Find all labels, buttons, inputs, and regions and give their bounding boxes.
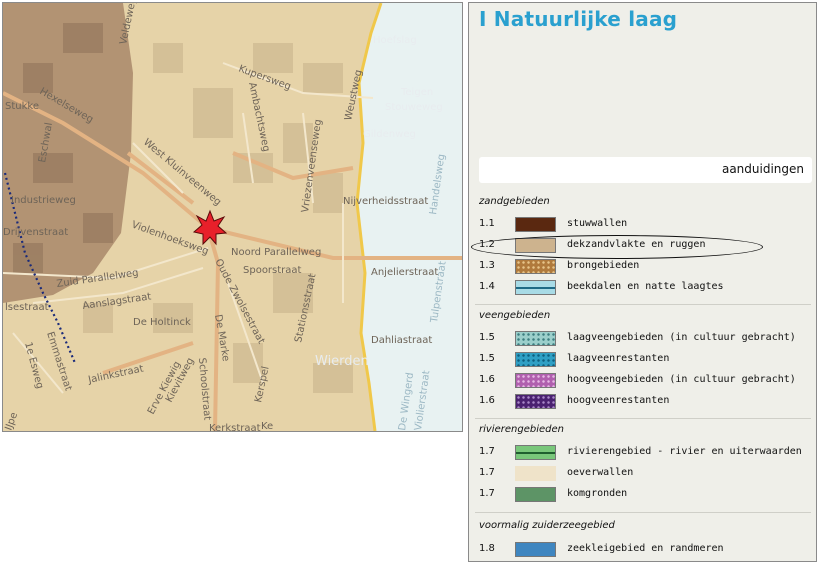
- divider: [475, 304, 811, 305]
- street-label: Hoefslag: [373, 35, 417, 46]
- highlight-ellipse: [471, 235, 763, 259]
- street-label: Dahliastraat: [371, 335, 432, 346]
- map-canvas: Veldeweg Hoefslag Kupersweg Ambachtsweg …: [3, 3, 462, 431]
- legend-number: 1.1: [479, 218, 495, 229]
- street-label: Stouweweg: [385, 102, 443, 113]
- legend-label: brongebieden: [567, 260, 640, 271]
- street-label: lsestraat: [5, 302, 49, 313]
- legend-number: 1.6: [479, 374, 495, 385]
- legend-item[interactable]: 1.6 hoogveengebieden (in cultuur gebrach…: [479, 373, 809, 389]
- aanduidingen-label: aanduidingen: [721, 162, 804, 176]
- street-label: Teigen: [400, 87, 433, 98]
- street-label: Spoorstraat: [243, 265, 302, 276]
- legend-item[interactable]: 1.8 zeekleigebied en randmeren: [479, 542, 809, 558]
- street-label: Noord Parallelweg: [231, 247, 321, 258]
- legend-item[interactable]: 1.4 beekdalen en natte laagtes: [479, 280, 809, 296]
- legend-item[interactable]: 1.7 komgronden: [479, 487, 809, 503]
- legend-item[interactable]: 1.5 laagveenrestanten: [479, 352, 809, 368]
- legend-number: 1.4: [479, 281, 495, 292]
- legend-number: 1.8: [479, 543, 495, 554]
- legend-label: hoogveenrestanten: [567, 395, 670, 406]
- street-label: De Holtinck: [133, 317, 191, 328]
- street-label: Drijvenstraat: [3, 227, 68, 238]
- legend-label: beekdalen en natte laagtes: [567, 281, 724, 292]
- category-heading: voormalig zuiderzeegebied: [479, 520, 615, 531]
- legend-label: laagveengebieden (in cultuur gebracht): [567, 332, 796, 343]
- category-heading: zandgebieden: [479, 196, 550, 207]
- legend-label: oeverwallen: [567, 467, 634, 478]
- zeeklei-swatch: [515, 542, 556, 557]
- legend-number: 1.7: [479, 446, 495, 457]
- rivierengebied-swatch: [515, 445, 556, 460]
- legend-item[interactable]: 1.1 stuwwallen: [479, 217, 809, 233]
- street-label: Industrieweg: [11, 195, 76, 206]
- legend-item[interactable]: 1.7 rivierengebied - rivier en uiterwaar…: [479, 445, 809, 461]
- category-heading: veengebieden: [479, 310, 551, 321]
- street-label: Anjelierstraat: [371, 267, 438, 278]
- water-area: [357, 3, 462, 431]
- legend-label: komgronden: [567, 488, 628, 499]
- laagveenrestanten-swatch: [515, 352, 556, 367]
- oeverwallen-swatch: [515, 466, 556, 481]
- divider: [475, 512, 811, 513]
- legend-item[interactable]: 1.3 brongebieden: [479, 259, 809, 275]
- aanduidingen-bar[interactable]: aanduidingen: [479, 157, 812, 183]
- hoogveenrestanten-swatch: [515, 394, 556, 409]
- legend-item[interactable]: 1.5 laagveengebieden (in cultuur gebrach…: [479, 331, 809, 347]
- legend-number: 1.5: [479, 332, 495, 343]
- stuwwallen-swatch: [515, 217, 556, 232]
- street-label: Gildenweg: [363, 129, 416, 140]
- legend-label: laagveenrestanten: [567, 353, 670, 364]
- legend-number: 1.5: [479, 353, 495, 364]
- legend-number: 1.7: [479, 467, 495, 478]
- legend-label: hoogveengebieden (in cultuur gebracht): [567, 374, 796, 385]
- legend-label: zeekleigebied en randmeren: [567, 543, 724, 554]
- legend-label: rivierengebied - rivier en uiterwaarden: [567, 446, 802, 457]
- legend-item[interactable]: 1.6 hoogveenrestanten: [479, 394, 809, 410]
- legend-number: 1.7: [479, 488, 495, 499]
- panel-title: I Natuurlijke laag: [479, 7, 678, 31]
- legend-number: 1.3: [479, 260, 495, 271]
- beekdalen-swatch: [515, 280, 556, 295]
- street-label: Ke: [261, 421, 273, 431]
- street-label: Kerkstraat: [209, 423, 261, 431]
- legend-label: stuwwallen: [567, 218, 628, 229]
- category-heading: rivierengebieden: [479, 424, 564, 435]
- street-label: Nijverheidsstraat: [343, 196, 428, 207]
- divider: [475, 418, 811, 419]
- laagveen-cultuur-swatch: [515, 331, 556, 346]
- legend-panel: I Natuurlijke laag aanduidingen zandgebi…: [468, 2, 817, 562]
- legend-number: 1.6: [479, 395, 495, 406]
- komgronden-swatch: [515, 487, 556, 502]
- street-label: Stukke: [5, 101, 39, 112]
- hoogveen-cultuur-swatch: [515, 373, 556, 388]
- brongebieden-swatch: [515, 259, 556, 274]
- map-view[interactable]: Veldeweg Hoefslag Kupersweg Ambachtsweg …: [2, 2, 463, 432]
- place-label: Wierden: [315, 354, 369, 369]
- legend-item[interactable]: 1.7 oeverwallen: [479, 466, 809, 482]
